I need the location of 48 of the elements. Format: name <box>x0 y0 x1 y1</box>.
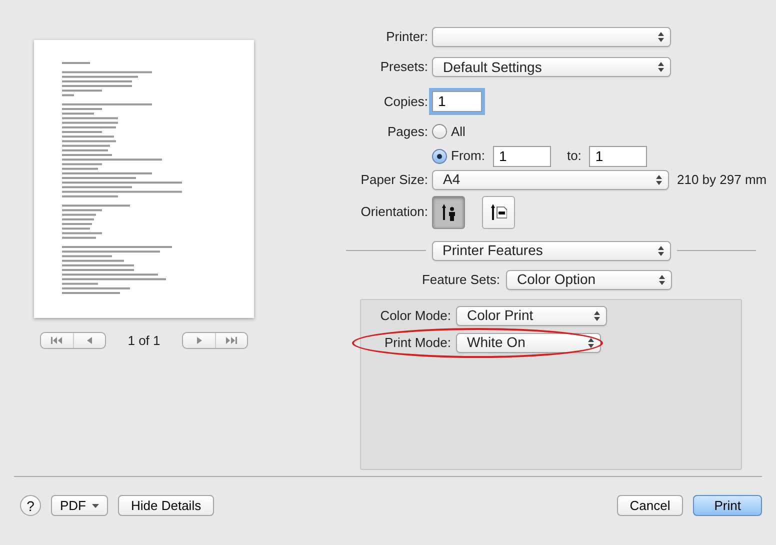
copies-field[interactable]: 1 <box>432 91 482 112</box>
field-label: Presets: <box>379 58 429 76</box>
radio-option[interactable]: All <box>432 122 466 142</box>
first-page-icon <box>51 337 62 344</box>
caret-icon <box>92 504 99 508</box>
to-field[interactable]: 1 <box>589 146 648 166</box>
pdf-menu-button[interactable]: PDF <box>51 495 108 516</box>
field-label: Print Mode: <box>384 334 452 352</box>
page-counter: 1 of 1 <box>128 332 160 350</box>
landscape-icon <box>490 203 506 221</box>
next-page-icon <box>196 337 202 344</box>
updown-arrows-icon <box>658 32 664 42</box>
option-popup[interactable]: Color Print <box>456 306 607 326</box>
field-label: Pages: <box>386 123 429 141</box>
from-field[interactable]: 1 <box>492 146 551 166</box>
radio-button[interactable] <box>432 148 447 164</box>
help-button[interactable]: ? <box>20 495 41 516</box>
portrait-icon <box>442 203 456 221</box>
previous-page-icon <box>86 337 92 344</box>
paper-size-popup[interactable]: A4 <box>432 170 669 190</box>
updown-arrows-icon <box>658 246 664 256</box>
field-label: Color Mode: <box>379 306 452 325</box>
last-page-icon <box>226 337 238 344</box>
updown-arrows-icon <box>656 174 662 184</box>
field-label: to: <box>566 147 582 166</box>
action-button[interactable]: Hide Details <box>118 495 214 516</box>
presets-popup[interactable]: Default Settings <box>432 57 671 77</box>
action-button[interactable]: Cancel <box>616 495 684 516</box>
radio-option[interactable]: From: <box>432 146 485 166</box>
field-label: Paper Size: <box>360 170 429 189</box>
field-label: Orientation: <box>360 203 429 222</box>
orientation-button[interactable] <box>482 196 515 228</box>
updown-arrows-icon <box>658 62 664 72</box>
default-button[interactable]: Print <box>693 495 762 516</box>
feature-sets-popup[interactable]: Color Option <box>506 270 672 290</box>
field-label: Feature Sets: <box>420 270 501 289</box>
orientation-button[interactable] <box>432 196 465 228</box>
updown-arrows-icon <box>594 310 600 320</box>
radio-button[interactable] <box>432 124 447 140</box>
radio-dot-icon <box>437 154 442 158</box>
section-popup[interactable]: Printer Features <box>432 240 670 260</box>
printer-popup[interactable] <box>432 27 671 47</box>
updown-arrows-icon <box>659 274 665 284</box>
option-popup[interactable]: White On <box>456 332 601 352</box>
updown-arrows-icon <box>588 338 594 348</box>
field-label: Printer: <box>385 28 429 46</box>
field-label: Copies: <box>382 92 429 111</box>
paper-dimensions: 210 by 297 mm <box>677 170 767 189</box>
